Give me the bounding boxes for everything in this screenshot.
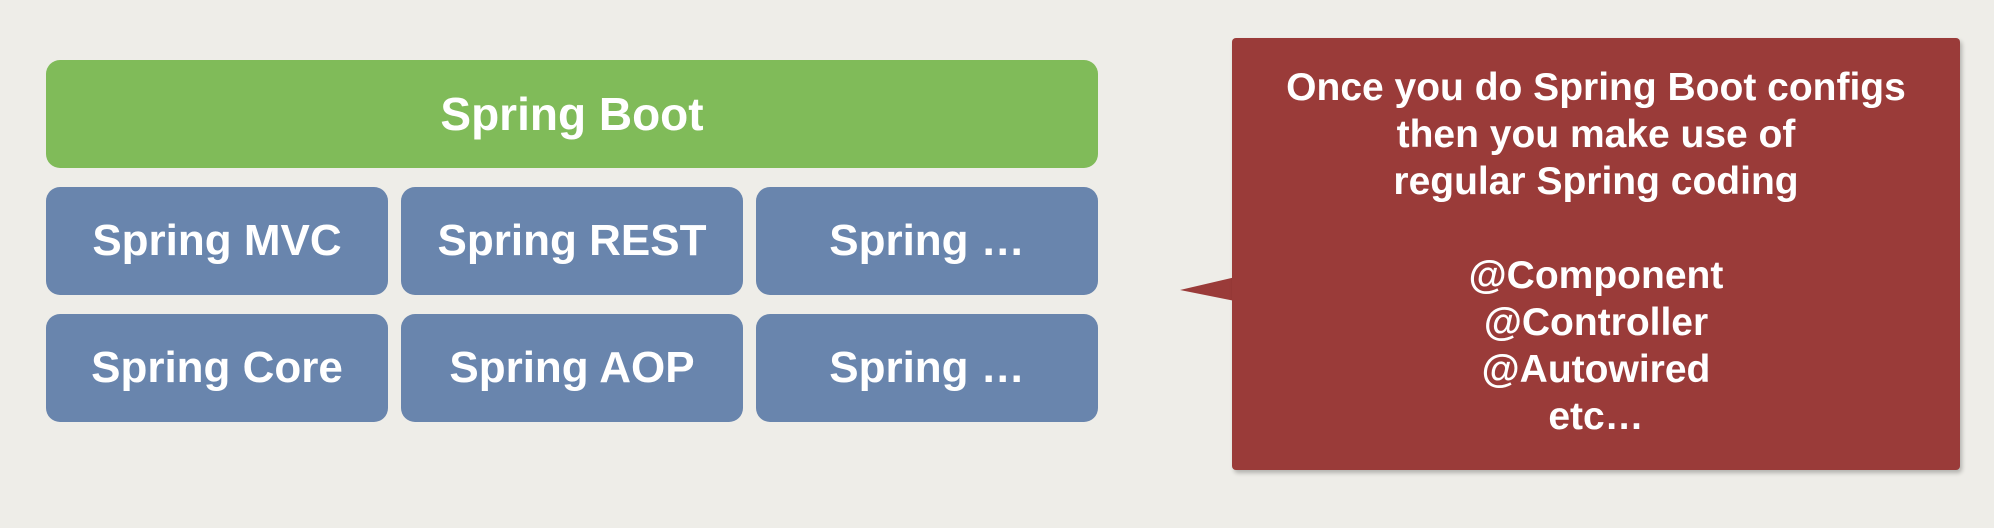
callout-etc: etc…: [1548, 395, 1644, 438]
callout-line-blank: [1232, 205, 1960, 252]
callout-line-2: then you make use of: [1396, 113, 1796, 156]
callout-line-3: regular Spring coding: [1393, 160, 1799, 203]
callout-annotation-autowired: @Autowired: [1481, 348, 1711, 391]
callout-line-1: Once you do Spring Boot configs: [1286, 66, 1906, 109]
callout-annotation-component: @Component: [1468, 254, 1724, 297]
callout-annotation-controller: @Controller: [1483, 301, 1709, 344]
callout-box: Once you do Spring Boot configs then you…: [1232, 38, 1960, 470]
